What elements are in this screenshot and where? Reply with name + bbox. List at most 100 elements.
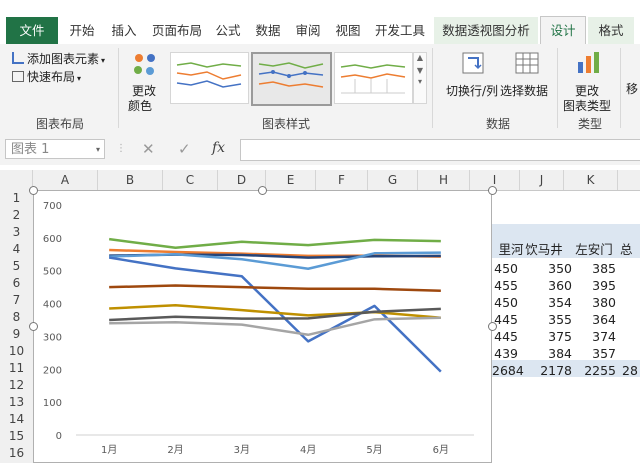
- tab-developer[interactable]: 开发工具: [370, 17, 430, 44]
- data-cell[interactable]: 360: [536, 277, 572, 294]
- resize-handle-left[interactable]: [29, 322, 38, 331]
- group-label-data: 数据: [485, 117, 510, 131]
- formula-input[interactable]: [240, 139, 640, 161]
- header-cell[interactable]: 左安门: [568, 241, 620, 258]
- switch-row-column-button[interactable]: 切换行/列: [442, 50, 504, 98]
- column-header[interactable]: B: [98, 170, 163, 190]
- total-cell[interactable]: 28: [622, 362, 640, 379]
- column-header[interactable]: F: [316, 170, 368, 190]
- row-header[interactable]: 11: [0, 360, 33, 377]
- data-cell[interactable]: 355: [536, 311, 572, 328]
- row-header[interactable]: 5: [0, 258, 33, 275]
- column-header[interactable]: G: [368, 170, 418, 190]
- tab-home[interactable]: 开始: [62, 17, 102, 44]
- name-box-value: 图表 1: [11, 142, 50, 157]
- data-cell[interactable]: 354: [536, 294, 572, 311]
- column-header[interactable]: K: [564, 170, 618, 190]
- data-cell[interactable]: 395: [580, 277, 616, 294]
- tab-insert[interactable]: 插入: [104, 17, 144, 44]
- row-header[interactable]: 4: [0, 241, 33, 258]
- column-header[interactable]: H: [418, 170, 470, 190]
- tab-format[interactable]: 格式: [588, 17, 634, 44]
- move-chart-button-partial[interactable]: 移: [626, 80, 638, 97]
- tab-review[interactable]: 审阅: [290, 17, 326, 44]
- data-cell[interactable]: 384: [536, 345, 572, 362]
- row-header[interactable]: 14: [0, 411, 33, 428]
- name-box-dropdown-icon[interactable]: ▾: [96, 140, 100, 160]
- row-header[interactable]: 1: [0, 190, 33, 207]
- y-tick-label: 100: [43, 398, 62, 409]
- y-tick-label: 400: [43, 300, 62, 311]
- row-header[interactable]: 3: [0, 224, 33, 241]
- header-cell[interactable]: 饮马井: [518, 241, 570, 258]
- change-chart-type-label-2: 图表类型: [563, 99, 612, 113]
- total-cell[interactable]: 2684: [492, 362, 524, 379]
- y-tick-label: 200: [43, 365, 62, 376]
- data-cell[interactable]: 445: [492, 328, 518, 345]
- column-header[interactable]: C: [163, 170, 218, 190]
- total-cell[interactable]: 2178: [536, 362, 572, 379]
- y-tick-label: 600: [43, 234, 62, 245]
- tab-formulas[interactable]: 公式: [210, 17, 246, 44]
- column-header[interactable]: E: [266, 170, 316, 190]
- quick-layout-button[interactable]: 快速布局 ▾: [12, 68, 81, 85]
- data-cell[interactable]: 350: [536, 260, 572, 277]
- data-cell[interactable]: 357: [580, 345, 616, 362]
- data-cell[interactable]: 450: [492, 294, 518, 311]
- row-header[interactable]: 13: [0, 394, 33, 411]
- row-header[interactable]: 7: [0, 292, 33, 309]
- chart-styles-scroller[interactable]: ▲ ▼ ▾: [413, 52, 427, 104]
- resize-handle-top-left[interactable]: [29, 186, 38, 195]
- group-separator: [557, 48, 558, 128]
- row-header[interactable]: 10: [0, 343, 33, 360]
- row-header[interactable]: 2: [0, 207, 33, 224]
- ribbon-tab-bar: 文件 开始 插入 页面布局 公式 数据 审阅 视图 开发工具 数据透视图分析 设…: [0, 0, 640, 45]
- data-cell[interactable]: 380: [580, 294, 616, 311]
- column-header[interactable]: A: [33, 170, 98, 190]
- tab-data[interactable]: 数据: [250, 17, 286, 44]
- line-chart[interactable]: 0 100 200 300 400 500 600 700 1月 2月 3月 4月 5月 6月: [33, 190, 492, 463]
- resize-handle-top[interactable]: [258, 186, 267, 195]
- enter-icon[interactable]: ✓: [178, 140, 191, 158]
- insert-function-button[interactable]: fx: [212, 140, 225, 156]
- row-header[interactable]: 16: [0, 445, 33, 462]
- data-cell[interactable]: 439: [492, 345, 518, 362]
- data-cell[interactable]: 450: [492, 260, 518, 277]
- header-cell[interactable]: 总: [620, 241, 640, 258]
- tab-view[interactable]: 视图: [330, 17, 366, 44]
- row-header[interactable]: 15: [0, 428, 33, 445]
- group-separator: [620, 48, 621, 128]
- row-header[interactable]: 12: [0, 377, 33, 394]
- scroll-up-icon[interactable]: ▲: [414, 53, 426, 62]
- select-all-corner[interactable]: [0, 170, 33, 190]
- resize-handle-right[interactable]: [488, 322, 497, 331]
- scroll-down-icon[interactable]: ▼: [414, 66, 426, 75]
- tab-page-layout[interactable]: 页面布局: [146, 17, 208, 44]
- row-header[interactable]: 8: [0, 309, 33, 326]
- data-cell[interactable]: 364: [580, 311, 616, 328]
- chart-style-3[interactable]: [334, 52, 413, 104]
- column-header-partial[interactable]: [618, 170, 640, 190]
- add-chart-element-button[interactable]: 添加图表元素 ▾: [12, 50, 105, 67]
- tab-design[interactable]: 设计: [540, 16, 586, 45]
- data-cell[interactable]: 374: [580, 328, 616, 345]
- change-colors-button[interactable]: 更改 颜色: [124, 50, 166, 113]
- name-box[interactable]: 图表 1 ▾: [5, 139, 105, 159]
- chart-style-2-selected[interactable]: [251, 52, 332, 106]
- tab-file[interactable]: 文件: [6, 17, 58, 44]
- cancel-icon[interactable]: ✕: [142, 140, 155, 158]
- row-header[interactable]: 6: [0, 275, 33, 292]
- formula-bar-resize-icon[interactable]: ⋮: [116, 143, 126, 154]
- data-cell[interactable]: 455: [492, 277, 518, 294]
- total-cell[interactable]: 2255: [580, 362, 616, 379]
- chart-style-1[interactable]: [170, 52, 249, 104]
- data-cell[interactable]: 385: [580, 260, 616, 277]
- row-header[interactable]: 9: [0, 326, 33, 343]
- resize-handle-top-right[interactable]: [488, 186, 497, 195]
- tab-pivot-analyze[interactable]: 数据透视图分析: [434, 17, 538, 44]
- more-styles-icon[interactable]: ▾: [414, 77, 426, 86]
- column-header[interactable]: J: [520, 170, 564, 190]
- data-cell[interactable]: 375: [536, 328, 572, 345]
- change-chart-type-button[interactable]: 更改 图表类型: [561, 50, 617, 113]
- select-data-button[interactable]: 选择数据: [500, 50, 554, 98]
